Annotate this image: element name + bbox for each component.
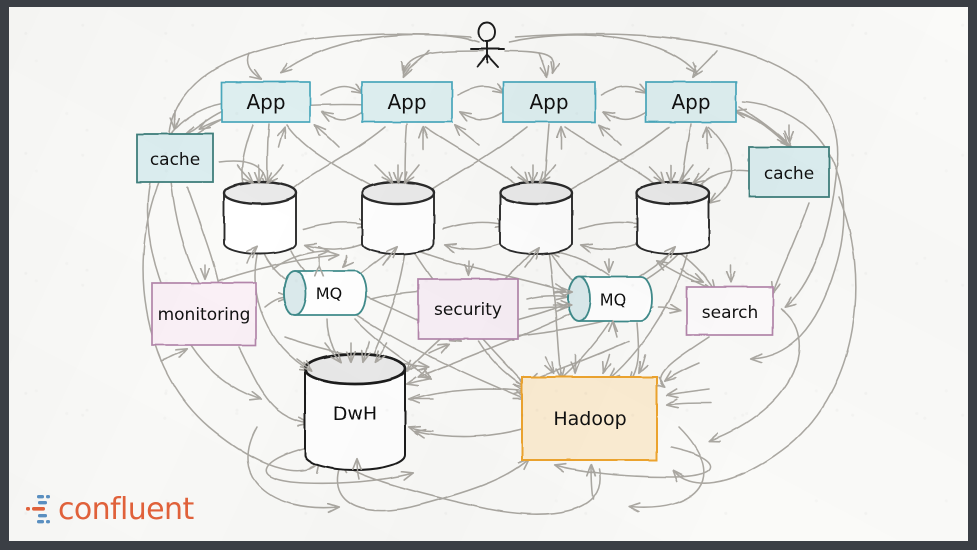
node-monitoring-label: monitoring [158,305,251,325]
confluent-logo-mark-icon [26,495,50,524]
node-mq-right-label: MQ [600,290,626,309]
node-app-4[interactable]: App [645,81,737,123]
node-app-1[interactable]: App [221,81,311,123]
node-db-4[interactable] [635,180,711,255]
node-security-label: security [434,300,502,320]
node-db-3[interactable] [498,180,574,255]
node-app-4-label: App [671,90,710,114]
app-nodes-group: App App App App [221,81,737,123]
node-mq-left[interactable]: MQ [283,270,367,316]
slide-frame: App App App App cache cache monitoring s… [0,0,977,550]
node-cache-right[interactable]: cache [748,146,830,198]
node-hadoop[interactable]: Hadoop [521,376,658,461]
node-app-3-label: App [529,90,568,114]
user-stick-figure-icon [470,21,505,68]
confluent-logo: confluent [25,493,194,527]
node-db-1[interactable] [222,180,298,255]
node-mq-left-label: MQ [316,284,342,303]
service-nodes-group: monitoring security search [151,278,774,346]
node-cache-left-label: cache [150,150,200,170]
architecture-diagram: App App App App cache cache monitoring s… [136,21,857,515]
node-cache-right-label: cache [764,164,814,184]
node-app-3[interactable]: App [502,81,596,123]
node-search[interactable]: search [686,286,774,336]
node-app-1-label: App [246,90,285,114]
node-monitoring[interactable]: monitoring [151,282,257,346]
node-search-label: search [702,303,758,323]
confluent-logo-wordmark: confluent [58,492,194,527]
node-dwh[interactable]: DwH [303,352,407,471]
node-dwh-label: DwH [333,403,377,425]
node-db-2[interactable] [360,180,436,255]
node-app-2-label: App [387,90,426,114]
node-app-2[interactable]: App [361,81,453,123]
database-nodes-group [222,180,711,255]
node-cache-left[interactable]: cache [136,133,214,183]
node-mq-right[interactable]: MQ [567,276,653,322]
slide-canvas: App App App App cache cache monitoring s… [9,7,968,541]
node-hadoop-label: Hadoop [553,408,626,430]
node-security[interactable]: security [417,278,519,340]
